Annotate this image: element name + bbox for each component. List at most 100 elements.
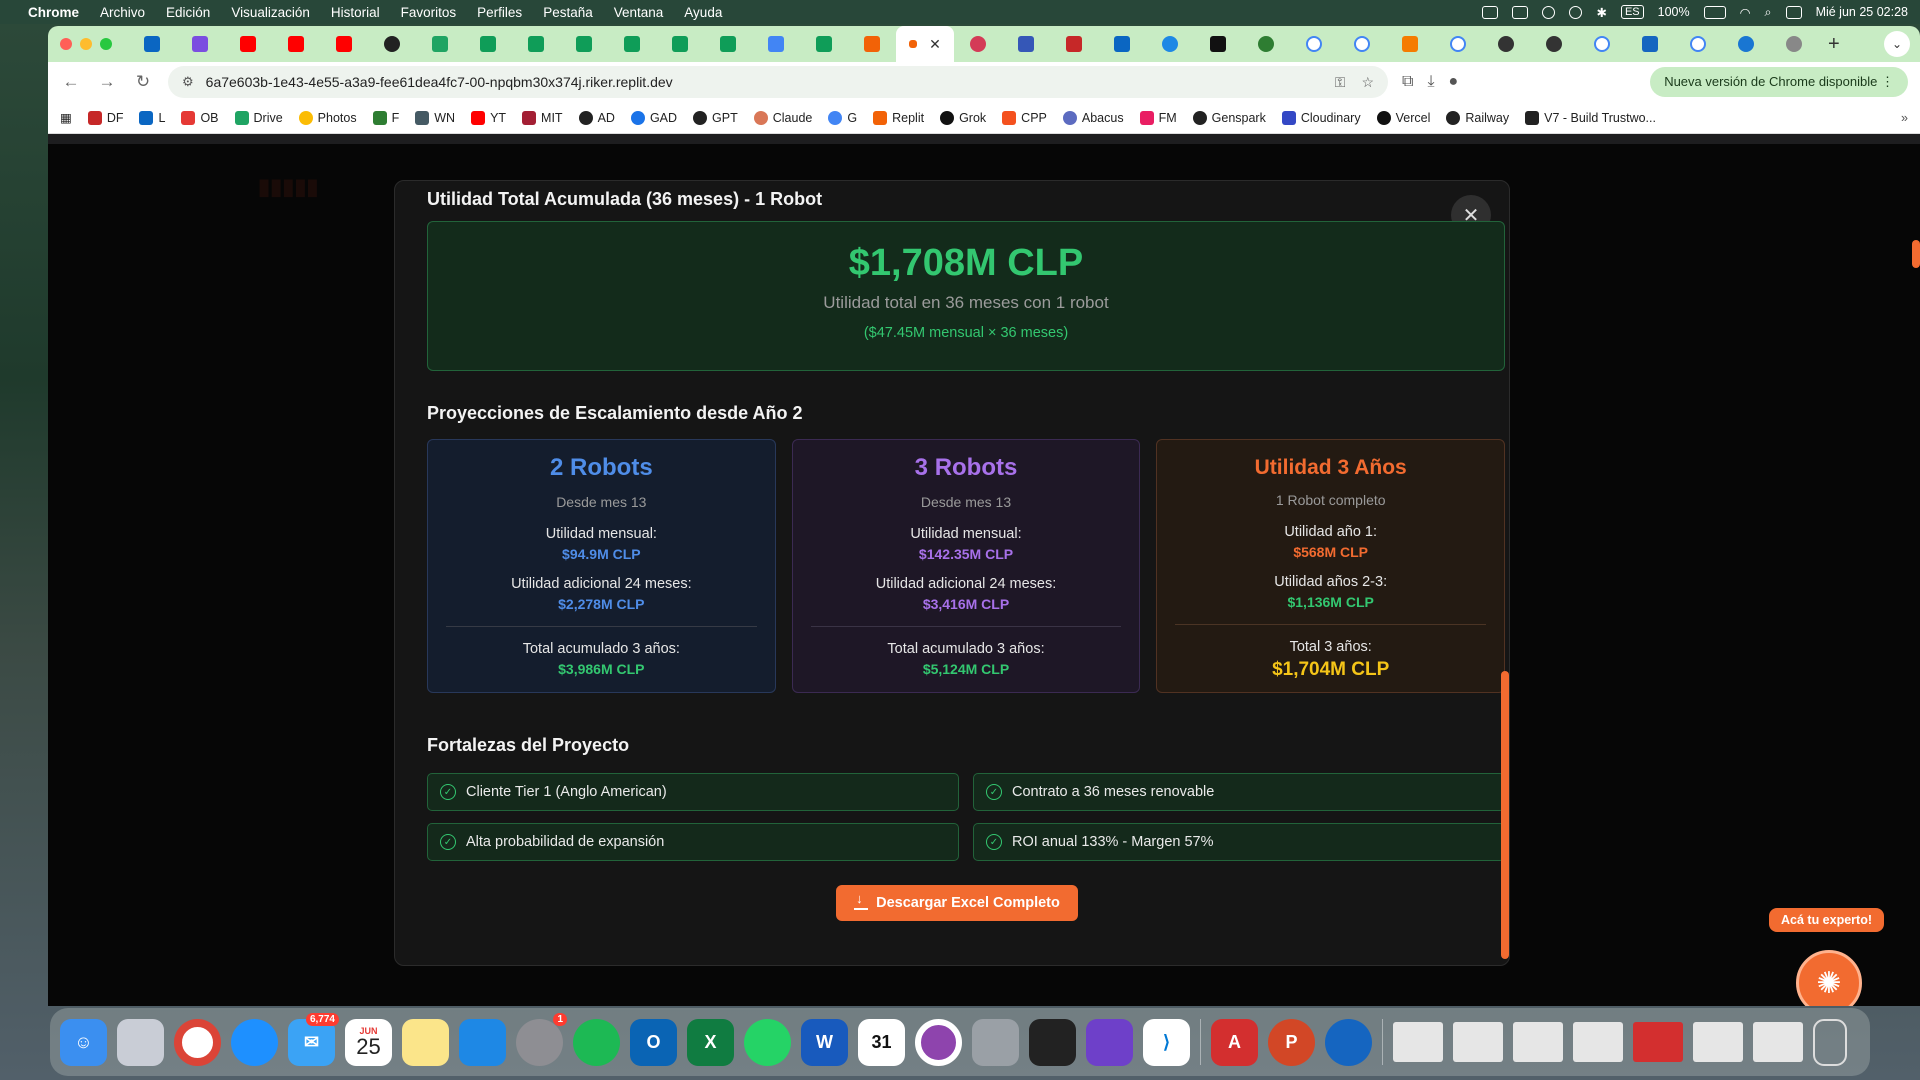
minimize-window-button[interactable] xyxy=(80,38,92,50)
address-bar[interactable]: ⚙ 6a7e603b-1e43-4e55-a3a9-fee61dea4fc7-0… xyxy=(168,66,1388,98)
page-scrollbar-thumb[interactable] xyxy=(1912,240,1920,268)
bookmark-yt[interactable]: YT xyxy=(471,110,506,125)
close-window-button[interactable] xyxy=(60,38,72,50)
quicktime-icon[interactable] xyxy=(1325,1018,1372,1066)
recent-document-thumbnail[interactable] xyxy=(1753,1022,1803,1062)
menu-historial[interactable]: Historial xyxy=(331,5,380,20)
dice-app-icon[interactable] xyxy=(1029,1018,1076,1066)
tab-sheets-4[interactable] xyxy=(608,26,656,62)
tab-gif[interactable] xyxy=(1626,26,1674,62)
menu-archivo[interactable]: Archivo xyxy=(100,5,145,20)
input-source-badge[interactable]: ES xyxy=(1620,5,1644,19)
recent-document-thumbnail[interactable] xyxy=(1693,1022,1743,1062)
bluetooth-icon[interactable]: ✱ xyxy=(1596,5,1606,20)
bookmark-grok[interactable]: Grok xyxy=(940,110,986,125)
whatsapp-icon[interactable] xyxy=(744,1018,791,1066)
menu-edicion[interactable]: Edición xyxy=(166,5,210,20)
iphone-mirroring-icon[interactable] xyxy=(972,1018,1019,1066)
bookmark-ad[interactable]: AD xyxy=(578,110,615,125)
bookmark-wn[interactable]: WN xyxy=(415,110,455,125)
reload-button[interactable]: ↻ xyxy=(132,72,154,92)
menu-ventana[interactable]: Ventana xyxy=(614,5,664,20)
tab-drive[interactable] xyxy=(416,26,464,62)
tab-docs[interactable] xyxy=(752,26,800,62)
tab-app-d[interactable] xyxy=(1242,26,1290,62)
tab-sheets-1[interactable] xyxy=(464,26,512,62)
headphones-icon[interactable] xyxy=(1569,5,1583,19)
bookmark-v7[interactable]: V7 - Build Trustwo... xyxy=(1525,110,1656,125)
circle-app-icon[interactable] xyxy=(915,1018,962,1066)
bookmark-claude[interactable]: Claude xyxy=(753,110,812,125)
apps-grid-icon[interactable]: ▦ xyxy=(60,110,72,125)
recent-document-thumbnail[interactable] xyxy=(1573,1022,1623,1062)
menu-ayuda[interactable]: Ayuda xyxy=(684,5,722,20)
tab-google-2[interactable] xyxy=(1338,26,1386,62)
menu-perfiles[interactable]: Perfiles xyxy=(477,5,522,20)
bookmark-vercel[interactable]: Vercel xyxy=(1376,110,1430,125)
bookmark-mit[interactable]: MIT xyxy=(522,110,563,125)
modal-scrollbar-thumb[interactable] xyxy=(1501,671,1509,959)
calendar-icon[interactable]: JUN 25 xyxy=(345,1018,392,1066)
mail-icon[interactable]: ✉ 6,774 xyxy=(288,1012,339,1066)
bookmark-abacus[interactable]: Abacus xyxy=(1062,110,1124,125)
finder-icon[interactable]: ☺ xyxy=(60,1018,107,1066)
tab-bhp[interactable] xyxy=(1386,26,1434,62)
url-text[interactable]: 6a7e603b-1e43-4e55-a3a9-fee61dea4fc7-00-… xyxy=(206,74,673,90)
profile-avatar[interactable]: ● xyxy=(1449,73,1459,91)
tab-openai[interactable] xyxy=(368,26,416,62)
expert-tag[interactable]: Acá tu experto! xyxy=(1769,908,1884,932)
menu-favoritos[interactable]: Favoritos xyxy=(401,5,457,20)
bookmark-genspark[interactable]: Genspark xyxy=(1192,110,1266,125)
tab-google-5[interactable] xyxy=(1674,26,1722,62)
forward-button[interactable]: → xyxy=(96,72,118,92)
extensions-icon[interactable]: ⧉ xyxy=(1402,73,1413,91)
bookmark-star-icon[interactable]: ☆ xyxy=(1361,74,1374,91)
tab-app-c[interactable] xyxy=(1146,26,1194,62)
status-monitor-icon[interactable] xyxy=(1512,5,1529,19)
bookmark-ob[interactable]: OB xyxy=(181,110,219,125)
back-button[interactable]: ← xyxy=(60,72,82,92)
recent-document-thumbnail[interactable] xyxy=(1633,1022,1683,1062)
recent-document-thumbnail[interactable] xyxy=(1513,1022,1563,1062)
status-app-icon[interactable] xyxy=(1482,5,1499,19)
control-center-icon[interactable] xyxy=(1785,5,1802,19)
keynote-icon[interactable] xyxy=(459,1018,506,1066)
outlook-icon[interactable]: O xyxy=(630,1018,677,1066)
tab-app-a[interactable] xyxy=(954,26,1002,62)
tab-replit[interactable] xyxy=(848,26,896,62)
bookmark-drive[interactable]: Drive xyxy=(234,110,283,125)
recent-document-thumbnail[interactable] xyxy=(1393,1022,1443,1062)
tab-youtube-3[interactable] xyxy=(320,26,368,62)
tab-google-1[interactable] xyxy=(1290,26,1338,62)
bookmark-replit[interactable]: Replit xyxy=(873,110,924,125)
tab-sheets-6[interactable] xyxy=(704,26,752,62)
tab-video[interactable] xyxy=(176,26,224,62)
spotlight-search-icon[interactable]: ⌕ xyxy=(1765,5,1772,20)
tab-app-f[interactable] xyxy=(1530,26,1578,62)
tab-app-e[interactable] xyxy=(1482,26,1530,62)
tab-df[interactable] xyxy=(1050,26,1098,62)
battery-icon[interactable] xyxy=(1703,5,1726,19)
tab-search-chevron-icon[interactable]: ⌄ xyxy=(1884,31,1910,57)
bookmark-df[interactable]: DF xyxy=(87,110,123,125)
new-tab-button[interactable]: + xyxy=(1828,33,1840,56)
menu-visualizacion[interactable]: Visualización xyxy=(231,5,310,20)
tab-linkedin-2[interactable] xyxy=(1098,26,1146,62)
spotify-icon[interactable] xyxy=(573,1018,620,1066)
status-play-icon[interactable] xyxy=(1542,5,1556,19)
bookmark-f[interactable]: F xyxy=(372,110,399,125)
excel-icon[interactable]: X xyxy=(687,1018,734,1066)
tab-sheets-2[interactable] xyxy=(512,26,560,62)
word-icon[interactable]: W xyxy=(801,1018,848,1066)
tab-bolt[interactable] xyxy=(1194,26,1242,62)
close-tab-icon[interactable]: ✕ xyxy=(929,36,941,53)
tab-download[interactable] xyxy=(1722,26,1770,62)
bookmark-railway[interactable]: Railway xyxy=(1446,110,1509,125)
acrobat-icon[interactable]: A xyxy=(1211,1018,1258,1066)
tab-app-b[interactable] xyxy=(1002,26,1050,62)
tab-google-4[interactable] xyxy=(1578,26,1626,62)
bookmark-cpp[interactable]: CPP xyxy=(1002,110,1047,125)
tab-youtube-2[interactable] xyxy=(272,26,320,62)
menu-app-name[interactable]: Chrome xyxy=(28,5,79,20)
chrome-update-button[interactable]: Nueva versión de Chrome disponible ⋮ xyxy=(1650,67,1908,97)
